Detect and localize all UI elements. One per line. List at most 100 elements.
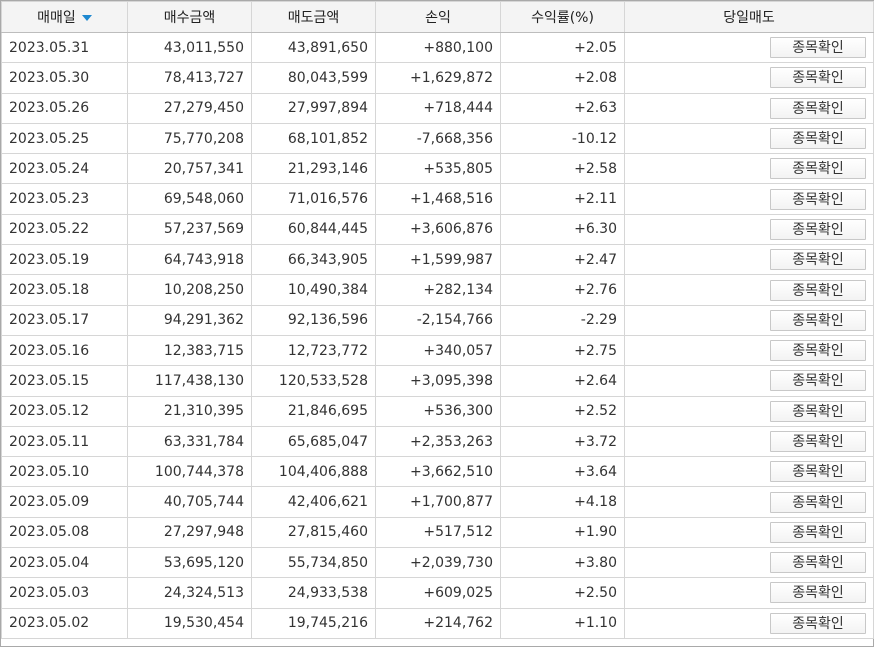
- return-rate-cell: -2.29: [500, 304, 625, 336]
- profit-loss-cell: -7,668,356: [375, 122, 501, 155]
- trade-date-cell: 2023.05.16: [1, 334, 128, 367]
- table-row: 2023.05.10 100,744,378 104,406,888 +3,662,5…: [1, 456, 874, 488]
- check-stocks-button[interactable]: 종목확인: [770, 370, 866, 392]
- sell-amount-cell: 10,490,384: [251, 274, 376, 306]
- table-row: 2023.05.04 53,695,120 55,734,850 +2,039,730…: [1, 547, 874, 579]
- profit-loss-cell: +3,662,510: [375, 456, 501, 488]
- sell-amount-cell: 104,406,888: [251, 456, 376, 488]
- check-stocks-button[interactable]: 종목확인: [770, 340, 866, 362]
- table-row: 2023.05.26 27,279,450 27,997,894 +718,444 +2…: [1, 92, 874, 124]
- buy-amount-cell: 78,413,727: [127, 62, 252, 94]
- daily-trade-table: 매매일 매수금액 매도금액 손익 수익률(%) 당일매도 2023.05.31 4…: [1, 1, 874, 639]
- column-header-date[interactable]: 매매일: [1, 1, 128, 33]
- check-stocks-button[interactable]: 종목확인: [770, 218, 866, 240]
- sell-amount-cell: 92,136,596: [251, 304, 376, 336]
- same-day-sell-cell: 종목확인: [624, 304, 874, 336]
- return-rate-cell: +2.63: [500, 92, 625, 124]
- sell-amount-cell: 80,043,599: [251, 62, 376, 94]
- return-rate-cell: +2.58: [500, 153, 625, 185]
- check-stocks-button[interactable]: 종목확인: [770, 97, 866, 119]
- buy-amount-cell: 69,548,060: [127, 183, 252, 215]
- trade-date-cell: 2023.05.22: [1, 213, 128, 246]
- buy-amount-cell: 19,530,454: [127, 607, 252, 639]
- sell-amount-cell: 27,997,894: [251, 92, 376, 124]
- sort-descending-icon[interactable]: [81, 15, 92, 21]
- check-stocks-button[interactable]: 종목확인: [770, 552, 866, 574]
- buy-amount-cell: 117,438,130: [127, 365, 252, 397]
- table-row: 2023.05.23 69,548,060 71,016,576 +1,468,516…: [1, 183, 874, 215]
- same-day-sell-cell: 종목확인: [624, 365, 874, 397]
- trade-date-cell: 2023.05.24: [1, 153, 128, 185]
- profit-loss-cell: +718,444: [375, 92, 501, 124]
- return-rate-cell: +3.80: [500, 547, 625, 579]
- check-stocks-button[interactable]: 종목확인: [770, 431, 866, 452]
- check-stocks-button[interactable]: 종목확인: [770, 188, 866, 210]
- trade-date-cell: 2023.05.08: [1, 516, 128, 549]
- table-row: 2023.05.03 24,324,513 24,933,538 +609,025 +2…: [1, 577, 874, 609]
- column-header-sell-amount[interactable]: 매도금액: [251, 1, 376, 33]
- buy-amount-cell: 94,291,362: [127, 304, 252, 336]
- profit-loss-cell: +535,805: [375, 153, 501, 185]
- profit-loss-cell: +3,095,398: [375, 365, 501, 397]
- table-row: 2023.05.31 43,011,550 43,891,650 +880,100 +2…: [1, 31, 874, 64]
- return-rate-cell: +3.72: [500, 425, 625, 458]
- check-stocks-button[interactable]: 종목확인: [770, 67, 866, 89]
- trade-date-cell: 2023.05.31: [1, 31, 128, 64]
- buy-amount-cell: 100,744,378: [127, 456, 252, 488]
- column-header-same-day-sell: 당일매도: [624, 1, 874, 33]
- sell-amount-cell: 21,293,146: [251, 153, 376, 185]
- same-day-sell-cell: 종목확인: [624, 153, 874, 185]
- same-day-sell-cell: 종목확인: [624, 92, 874, 124]
- return-rate-cell: +2.75: [500, 334, 625, 367]
- profit-loss-cell: +214,762: [375, 607, 501, 639]
- sell-amount-cell: 19,745,216: [251, 607, 376, 639]
- check-stocks-button[interactable]: 종목확인: [770, 461, 866, 483]
- same-day-sell-cell: 종목확인: [624, 456, 874, 488]
- column-header-return-rate[interactable]: 수익률(%): [500, 1, 625, 33]
- return-rate-cell: +2.05: [500, 31, 625, 64]
- same-day-sell-cell: 종목확인: [624, 334, 874, 367]
- sell-amount-cell: 12,723,772: [251, 334, 376, 367]
- buy-amount-cell: 21,310,395: [127, 395, 252, 427]
- check-stocks-button[interactable]: 종목확인: [770, 128, 866, 150]
- sell-amount-cell: 65,685,047: [251, 425, 376, 458]
- check-stocks-button[interactable]: 종목확인: [770, 279, 866, 301]
- trade-date-cell: 2023.05.26: [1, 92, 128, 124]
- profit-loss-cell: +1,629,872: [375, 62, 501, 94]
- column-header-buy-amount[interactable]: 매수금액: [127, 1, 252, 33]
- trade-date-cell: 2023.05.18: [1, 274, 128, 306]
- profit-loss-cell: +880,100: [375, 31, 501, 64]
- column-header-profit-loss[interactable]: 손익: [375, 1, 501, 33]
- profit-loss-cell: +1,700,877: [375, 486, 501, 518]
- same-day-sell-cell: 종목확인: [624, 213, 874, 246]
- sell-amount-cell: 21,846,695: [251, 395, 376, 427]
- check-stocks-button[interactable]: 종목확인: [770, 309, 866, 331]
- return-rate-cell: +2.64: [500, 365, 625, 397]
- profit-loss-cell: +3,606,876: [375, 213, 501, 246]
- return-rate-cell: +2.50: [500, 577, 625, 609]
- sell-amount-cell: 42,406,621: [251, 486, 376, 518]
- check-stocks-button[interactable]: 종목확인: [770, 612, 866, 634]
- profit-loss-cell: +536,300: [375, 395, 501, 427]
- trade-date-cell: 2023.05.04: [1, 547, 128, 579]
- check-stocks-button[interactable]: 종목확인: [770, 37, 866, 59]
- sell-amount-cell: 71,016,576: [251, 183, 376, 215]
- trade-date-cell: 2023.05.10: [1, 456, 128, 488]
- table-row: 2023.05.11 63,331,784 65,685,047 +2,353,263…: [1, 425, 874, 458]
- same-day-sell-cell: 종목확인: [624, 183, 874, 215]
- check-stocks-button[interactable]: 종목확인: [770, 400, 866, 422]
- same-day-sell-cell: 종목확인: [624, 62, 874, 94]
- return-rate-cell: +2.47: [500, 244, 625, 276]
- check-stocks-button[interactable]: 종목확인: [770, 249, 866, 271]
- trade-date-cell: 2023.05.17: [1, 304, 128, 336]
- sell-amount-cell: 66,343,905: [251, 244, 376, 276]
- table-row: 2023.05.19 64,743,918 66,343,905 +1,599,987…: [1, 244, 874, 276]
- check-stocks-button[interactable]: 종목확인: [770, 158, 866, 180]
- check-stocks-button[interactable]: 종목확인: [770, 491, 866, 513]
- check-stocks-button[interactable]: 종목확인: [770, 582, 866, 604]
- trade-date-cell: 2023.05.11: [1, 425, 128, 458]
- return-rate-cell: +2.52: [500, 395, 625, 427]
- trade-history-panel: 매매일 매수금액 매도금액 손익 수익률(%) 당일매도 2023.05.31 4…: [0, 0, 874, 647]
- check-stocks-button[interactable]: 종목확인: [770, 521, 866, 543]
- buy-amount-cell: 10,208,250: [127, 274, 252, 306]
